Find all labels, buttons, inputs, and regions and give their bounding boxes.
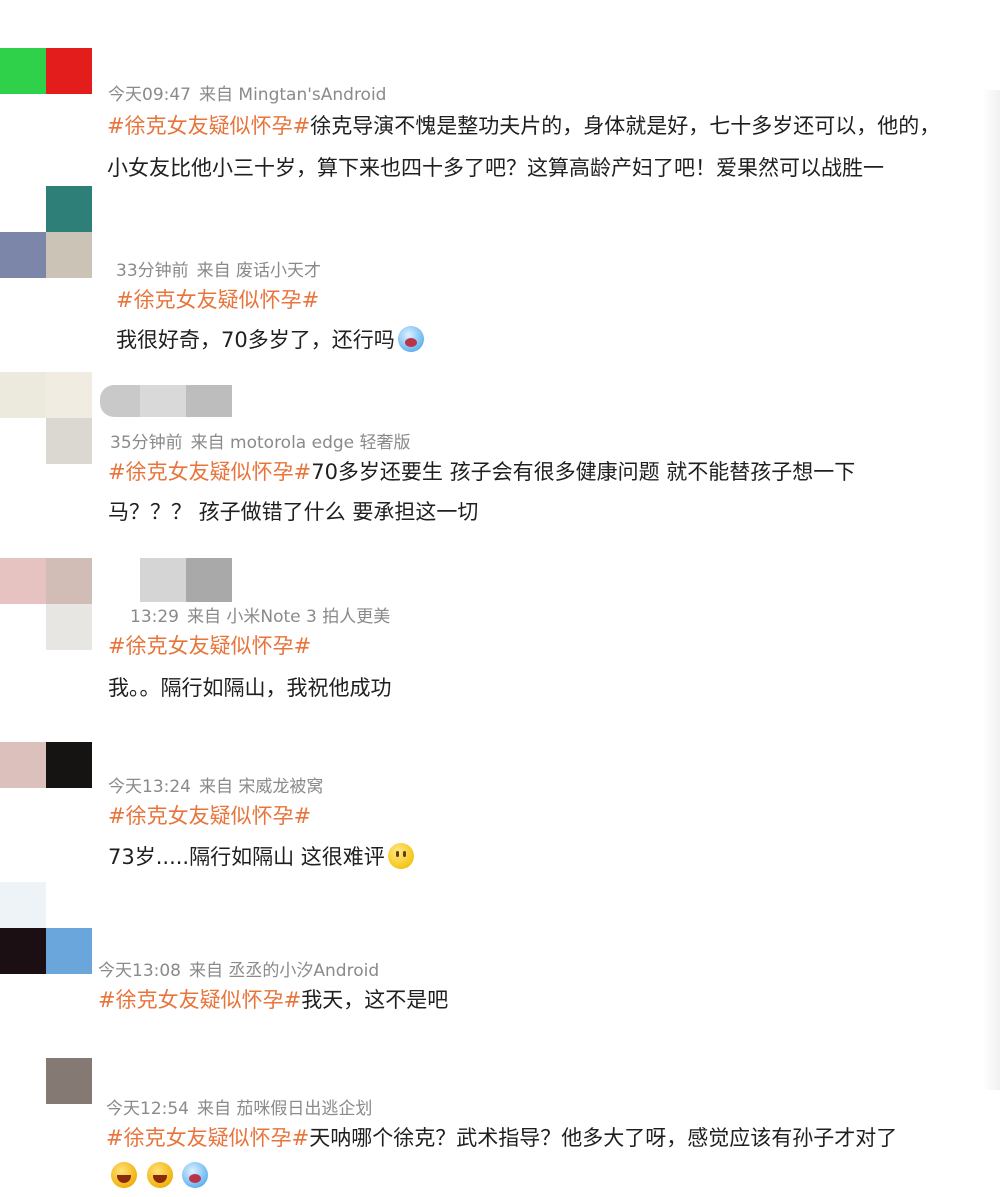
hashtag-link[interactable]: #徐克女友疑似怀孕#	[108, 460, 311, 484]
comment-time: 今天13:24	[108, 777, 191, 797]
hashtag-link[interactable]: #徐克女友疑似怀孕#	[106, 1126, 309, 1150]
comment-source: 来自 茄咪假日出逃企划	[197, 1099, 373, 1119]
comment-text: 天呐哪个徐克？武术指导？他多大了呀，感觉应该有孙子才对了	[309, 1126, 898, 1150]
hashtag-link[interactable]: #徐克女友疑似怀孕#	[98, 988, 301, 1012]
comment-text: 马？？？ 孩子做错了什么 要承担这一切	[108, 500, 479, 524]
comment-meta: 今天12:54 来自 茄咪假日出逃企划	[106, 1094, 372, 1119]
comment-source: 来自 丞丞的小汐Android	[189, 961, 380, 981]
comment-line: #徐克女友疑似怀孕#徐克导演不愧是整功夫片的，身体就是好，七十多岁还可以，他的，	[107, 112, 940, 140]
comment-text: 70多岁还要生 孩子会有很多健康问题 就不能替孩子想一下	[311, 460, 856, 484]
comment-line: #徐克女友疑似怀孕#我天，这不是吧	[98, 986, 448, 1014]
hashtag-link[interactable]: #徐克女友疑似怀孕#	[107, 114, 310, 138]
comment-meta: 今天13:08 来自 丞丞的小汐Android	[98, 956, 379, 981]
emoji-row	[108, 1162, 209, 1190]
comment-source: 来自 motorola edge 轻奢版	[190, 433, 411, 453]
comment-line: 我很好奇，70多岁了，还行吗	[116, 326, 424, 354]
comment-time: 13:29	[130, 607, 179, 627]
laugh-icon	[111, 1162, 137, 1188]
comment-meta: 33分钟前 来自 废话小天才	[116, 256, 321, 281]
comment-source: 来自 Mingtan'sAndroid	[199, 85, 387, 105]
comment-time: 35分钟前	[110, 433, 183, 453]
comment-text: 我天，这不是吧	[301, 988, 449, 1012]
comment-line: 73岁.....隔行如隔山 这很难评	[108, 843, 414, 871]
comment-text: 徐克导演不愧是整功夫片的，身体就是好，七十多岁还可以，他的，	[310, 114, 941, 138]
smile-icon	[387, 843, 414, 869]
comment-text: 73岁.....隔行如隔山 这很难评	[108, 845, 385, 869]
comment-text: 我。。隔行如隔山，我祝他成功	[108, 676, 392, 700]
comment-source: 来自 宋威龙被窝	[199, 777, 324, 797]
hashtag-link[interactable]: #徐克女友疑似怀孕#	[116, 288, 319, 312]
comment-text: 我很好奇，70多岁了，还行吗	[116, 328, 395, 352]
comment-meta: 今天13:24 来自 宋威龙被窝	[108, 772, 323, 797]
comment-line: #徐克女友疑似怀孕#	[116, 286, 319, 314]
comment-source: 来自 小米Note 3 拍人更美	[187, 607, 391, 627]
laugh-icon	[146, 1162, 173, 1188]
comment-source: 来自 废话小天才	[196, 261, 322, 281]
comment-time: 今天12:54	[106, 1099, 189, 1119]
comment-time: 今天13:08	[98, 961, 181, 981]
cry-icon	[397, 326, 424, 352]
hashtag-link[interactable]: #徐克女友疑似怀孕#	[108, 804, 311, 828]
comment-time: 今天09:47	[108, 85, 191, 105]
comment-meta: 今天09:47 来自 Mingtan'sAndroid	[108, 80, 386, 105]
comment-meta: 35分钟前 来自 motorola edge 轻奢版	[110, 428, 411, 453]
comment-line: #徐克女友疑似怀孕#天呐哪个徐克？武术指导？他多大了呀，感觉应该有孙子才对了	[106, 1124, 897, 1152]
right-edge-shadow	[982, 90, 1000, 1090]
comment-line: #徐克女友疑似怀孕#	[108, 632, 311, 660]
comment-line: #徐克女友疑似怀孕#70多岁还要生 孩子会有很多健康问题 就不能替孩子想一下	[108, 458, 855, 486]
hashtag-link[interactable]: #徐克女友疑似怀孕#	[108, 634, 311, 658]
comment-line: #徐克女友疑似怀孕#	[108, 802, 311, 830]
comment-time: 33分钟前	[116, 261, 189, 281]
comment-meta: 13:29 来自 小米Note 3 拍人更美	[130, 602, 390, 627]
laugh-cry-icon	[182, 1162, 209, 1188]
comment-text: 小女友比他小三十岁，算下来也四十多了吧？这算高龄产妇了吧！爱果然可以战胜一	[107, 156, 884, 180]
